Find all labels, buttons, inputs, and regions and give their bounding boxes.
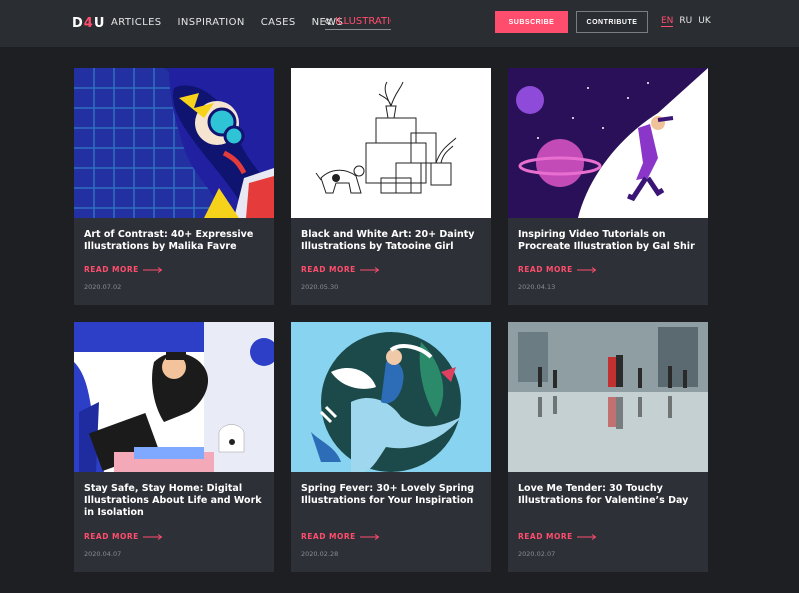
article-title[interactable]: Black and White Art: 20+ Dainty Illustra…: [301, 229, 483, 253]
article-title[interactable]: Spring Fever: 30+ Lovely Spring Illustra…: [301, 483, 483, 507]
read-more-label: READ MORE: [301, 265, 356, 274]
article-card[interactable]: Spring Fever: 30+ Lovely Spring Illustra…: [291, 322, 491, 572]
article-thumbnail-procreate-tutorials[interactable]: [508, 68, 708, 218]
language-switcher: EN RU UK: [661, 16, 711, 27]
logo-mid: 4: [83, 15, 94, 31]
read-more-label: READ MORE: [518, 532, 573, 541]
logo-left: D: [72, 15, 84, 31]
article-title[interactable]: Stay Safe, Stay Home: Digital Illustrati…: [84, 483, 266, 519]
contribute-button[interactable]: CONTRIBUTE: [576, 11, 648, 33]
article-thumbnail-spring-fever[interactable]: [291, 322, 491, 472]
read-more-label: READ MORE: [84, 265, 139, 274]
logo-right: U: [93, 15, 106, 31]
read-more-link[interactable]: READ MORE: [301, 532, 380, 541]
arrow-right-icon: [576, 533, 597, 540]
article-date: 2020.07.02: [84, 283, 122, 291]
search-input[interactable]: [335, 16, 391, 27]
read-more-link[interactable]: READ MORE: [518, 265, 597, 274]
article-card[interactable]: Stay Safe, Stay Home: Digital Illustrati…: [74, 322, 274, 572]
article-title[interactable]: Art of Contrast: 40+ Expressive Illustra…: [84, 229, 266, 253]
article-date: 2020.02.28: [301, 550, 339, 558]
nav-cases[interactable]: CASES: [261, 16, 296, 30]
arrow-right-icon: [142, 266, 163, 273]
arrow-right-icon: [359, 266, 380, 273]
article-title[interactable]: Inspiring Video Tutorials on Procreate I…: [518, 229, 700, 253]
top-navigation-bar: D4U ARTICLES INSPIRATION CASES NEWS SUBS…: [0, 0, 799, 47]
search-icon[interactable]: [325, 18, 332, 26]
nav-inspiration[interactable]: INSPIRATION: [178, 16, 245, 30]
main-nav: ARTICLES INSPIRATION CASES NEWS: [111, 16, 359, 30]
read-more-label: READ MORE: [301, 532, 356, 541]
read-more-link[interactable]: READ MORE: [84, 265, 163, 274]
article-date: 2020.02.07: [518, 550, 556, 558]
article-date: 2020.04.07: [84, 550, 122, 558]
search-box[interactable]: [325, 14, 391, 30]
article-thumbnail-black-white-art[interactable]: [291, 68, 491, 218]
article-card[interactable]: Black and White Art: 20+ Dainty Illustra…: [291, 68, 491, 305]
lang-ru[interactable]: RU: [679, 16, 692, 27]
lang-en[interactable]: EN: [661, 16, 674, 27]
arrow-right-icon: [359, 533, 380, 540]
read-more-link[interactable]: READ MORE: [301, 265, 380, 274]
article-thumbnail-stay-home[interactable]: [74, 322, 274, 472]
arrow-right-icon: [576, 266, 597, 273]
article-date: 2020.05.30: [301, 283, 339, 291]
arrow-right-icon: [142, 533, 163, 540]
article-title[interactable]: Love Me Tender: 30 Touchy Illustrations …: [518, 483, 700, 507]
article-date: 2020.04.13: [518, 283, 556, 291]
read-more-label: READ MORE: [518, 265, 573, 274]
site-logo[interactable]: D4U: [72, 15, 105, 31]
read-more-label: READ MORE: [84, 532, 139, 541]
article-card[interactable]: Love Me Tender: 30 Touchy Illustrations …: [508, 322, 708, 572]
read-more-link[interactable]: READ MORE: [518, 532, 597, 541]
nav-articles[interactable]: ARTICLES: [111, 16, 162, 30]
lang-uk[interactable]: UK: [698, 16, 711, 27]
article-thumbnail-contrast-illustration[interactable]: [74, 68, 274, 218]
read-more-link[interactable]: READ MORE: [84, 532, 163, 541]
article-card[interactable]: Art of Contrast: 40+ Expressive Illustra…: [74, 68, 274, 305]
subscribe-button[interactable]: SUBSCRIBE: [495, 11, 568, 33]
article-thumbnail-love-me-tender[interactable]: [508, 322, 708, 472]
article-card[interactable]: Inspiring Video Tutorials on Procreate I…: [508, 68, 708, 305]
